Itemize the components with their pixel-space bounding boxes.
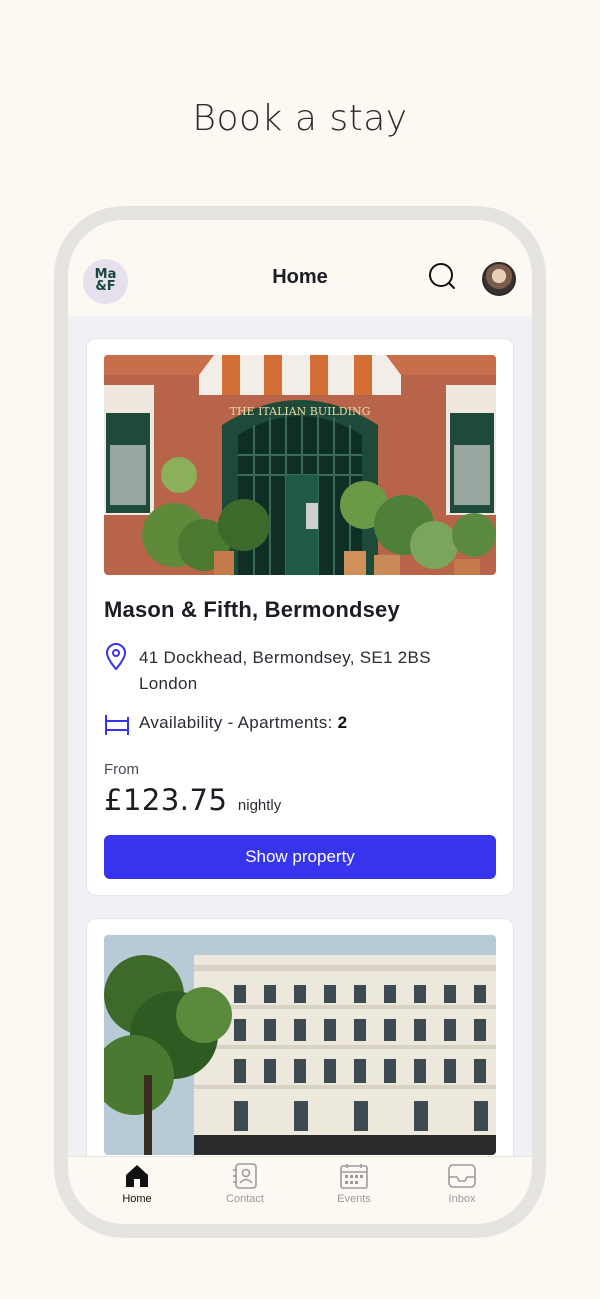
- property-card: THE ITALIAN BUILDING Mason & Fifth, Berm…: [86, 338, 514, 896]
- address-line-1: 41 Dockhead, Bermondsey, SE1 2BS: [139, 648, 431, 667]
- app-header: Ma &F Home: [68, 220, 532, 316]
- property-photo[interactable]: THE ITALIAN BUILDING: [104, 355, 496, 575]
- tab-events-label: Events: [337, 1193, 371, 1205]
- inbox-icon: [448, 1164, 476, 1188]
- contact-icon: [233, 1163, 257, 1189]
- page-headline: Book a stay: [192, 98, 408, 139]
- price-unit: nightly: [237, 797, 282, 814]
- tab-home-label: Home: [122, 1193, 152, 1205]
- bed-icon: [105, 715, 129, 735]
- search-button[interactable]: [428, 262, 458, 292]
- building-sign-text: THE ITALIAN BUILDING: [230, 405, 371, 418]
- location-pin-icon: [105, 643, 127, 671]
- bottom-tab-bar: Home Contact Events Inbox: [68, 1156, 532, 1224]
- from-label: From: [104, 761, 139, 778]
- tab-contact[interactable]: Contact: [205, 1163, 285, 1205]
- property-photo-2[interactable]: [104, 935, 496, 1155]
- property-name: Mason & Fifth, Bermondsey: [104, 597, 400, 622]
- availability-label: Availability - Apartments:: [139, 713, 333, 732]
- calendar-icon: [340, 1164, 368, 1189]
- search-icon: [429, 263, 455, 289]
- tab-inbox-label: Inbox: [448, 1193, 476, 1205]
- page-title: Home: [272, 266, 328, 288]
- price-row: £123.75 nightly: [104, 783, 281, 817]
- home-icon: [126, 1165, 148, 1187]
- listing-feed[interactable]: THE ITALIAN BUILDING Mason & Fifth, Berm…: [68, 316, 532, 1156]
- tab-inbox[interactable]: Inbox: [422, 1163, 502, 1205]
- tab-events[interactable]: Events: [314, 1163, 394, 1205]
- tab-home[interactable]: Home: [97, 1163, 177, 1205]
- tab-contact-label: Contact: [226, 1193, 264, 1205]
- phone-frame: Ma &F Home THE ITALIAN BUILDING Mason & …: [54, 206, 546, 1238]
- property-card-2: [86, 918, 514, 1156]
- price-value: £123.75: [104, 783, 228, 817]
- show-property-button[interactable]: Show property: [104, 835, 496, 879]
- address-line-2: London: [139, 674, 198, 693]
- availability-count: 2: [337, 713, 348, 732]
- avatar[interactable]: [482, 262, 516, 296]
